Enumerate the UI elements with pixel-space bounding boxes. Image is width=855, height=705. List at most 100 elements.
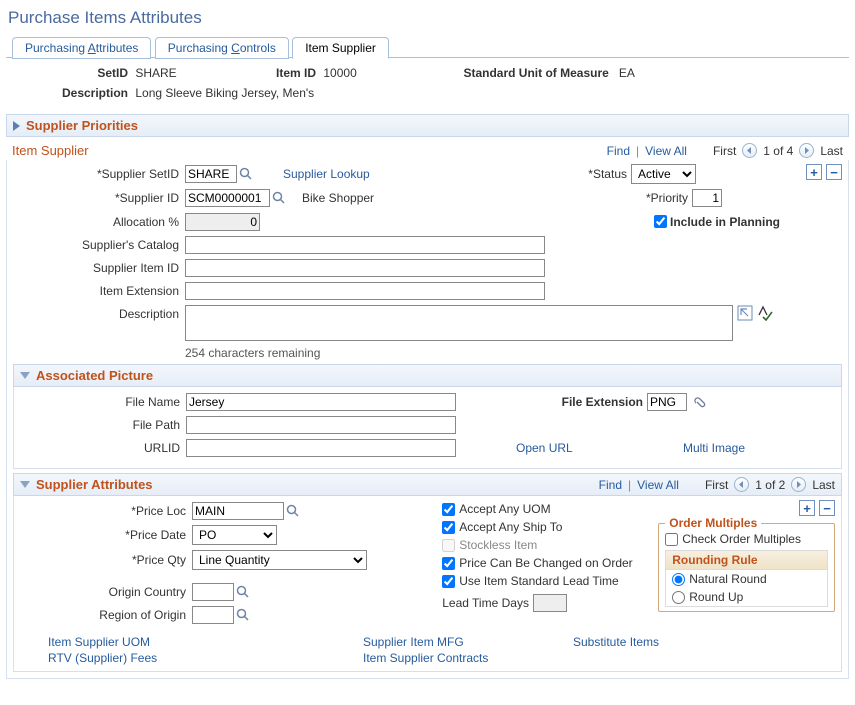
rounding-rule-title: Rounding Rule [666,551,827,570]
associated-picture-title: Associated Picture [36,368,153,383]
accept-shipto-checkbox[interactable] [442,521,455,534]
item-supplier-nav: Find | View All First 1 of 4 Last [607,143,843,158]
price-loc-input[interactable] [192,502,284,520]
catalog-input[interactable] [185,236,545,254]
priority-label: *Priority [646,191,692,205]
lead-days-input [533,594,567,612]
lookup-icon[interactable] [286,504,300,518]
item-supplier-uom-link[interactable]: Item Supplier UOM [48,635,150,649]
multi-image-link[interactable]: Multi Image [683,441,745,455]
include-planning-label: Include in Planning [670,215,780,229]
lookup-icon[interactable] [272,191,286,205]
supplier-priorities-title: Supplier Priorities [26,118,138,133]
spellcheck-icon[interactable] [757,305,773,321]
accept-uom-checkbox[interactable] [442,503,455,516]
associated-picture-bar[interactable]: Associated Picture [13,364,842,387]
price-date-select[interactable]: PO [192,525,277,545]
last-label: Last [812,478,835,492]
description-textarea[interactable] [185,305,733,341]
itemid-value: 10000 [323,66,356,80]
allocation-label: Allocation % [13,215,185,229]
suom-value: EA [619,66,635,80]
chars-remaining: 254 characters remaining [185,346,842,360]
catalog-label: Supplier's Catalog [13,238,185,252]
supplier-item-id-input[interactable] [185,259,545,277]
price-qty-select[interactable]: Line Quantity [192,550,367,570]
viewall-link[interactable]: View All [645,144,687,158]
accept-uom-label: Accept Any UOM [459,502,550,516]
supplier-id-input[interactable] [185,189,270,207]
urlid-input[interactable] [186,439,456,457]
item-supplier-header: Item Supplier Find | View All First 1 of… [6,137,849,160]
supplier-attributes-bar: Supplier Attributes Find | View All Firs… [13,473,842,496]
prev-button[interactable] [742,143,757,158]
attach-icon[interactable] [691,394,707,410]
lookup-icon[interactable] [239,167,253,181]
fileext-label: File Extension [562,395,647,409]
price-change-checkbox[interactable] [442,557,455,570]
next-button[interactable] [799,143,814,158]
substitute-items-link[interactable]: Substitute Items [573,635,659,649]
filepath-input[interactable] [186,416,456,434]
status-label: *Status [588,167,631,181]
natural-round-radio[interactable] [672,573,685,586]
item-extension-label: Item Extension [13,284,185,298]
rtv-fees-link[interactable]: RTV (Supplier) Fees [48,651,157,665]
region-input[interactable] [192,606,234,624]
find-link[interactable]: Find [599,478,622,492]
supplier-attributes-title: Supplier Attributes [36,477,153,492]
header-info: SetID SHARE Item ID 10000 Standard Unit … [6,58,849,110]
rounding-rule-group: Rounding Rule Natural Round Round Up [665,550,828,607]
next-button[interactable] [791,477,806,492]
prev-button[interactable] [734,477,749,492]
expand-icon[interactable] [737,305,753,321]
filename-input[interactable] [186,393,456,411]
filename-label: File Name [20,395,186,409]
find-link[interactable]: Find [607,144,630,158]
origin-country-input[interactable] [192,583,234,601]
tab-purchasing-controls[interactable]: Purchasing Controls [155,37,289,59]
item-supplier-contracts-link[interactable]: Item Supplier Contracts [363,651,488,665]
tab-strip: Purchasing Attributes Purchasing Control… [6,36,849,58]
use-lead-label: Use Item Standard Lead Time [459,574,618,588]
delete-row-button[interactable]: − [819,500,835,516]
supplier-name: Bike Shopper [302,191,374,205]
viewall-link[interactable]: View All [637,478,679,492]
price-loc-label: Price Loc [20,504,192,518]
fileext-input[interactable] [647,393,687,411]
allocation-input [185,213,260,231]
supplier-item-id-label: Supplier Item ID [13,261,185,275]
round-up-radio[interactable] [672,591,685,604]
supplier-setid-input[interactable] [185,165,237,183]
chevron-down-icon [20,372,30,379]
include-planning-checkbox[interactable] [654,215,667,228]
item-extension-input[interactable] [185,282,545,300]
last-label: Last [820,144,843,158]
check-order-multiples-checkbox[interactable] [665,533,678,546]
supplier-id-label: Supplier ID [13,191,185,205]
supplier-item-mfg-link[interactable]: Supplier Item MFG [363,635,464,649]
supplier-lookup-link[interactable]: Supplier Lookup [283,167,370,181]
lookup-icon[interactable] [236,585,250,599]
urlid-label: URLID [20,441,186,455]
supplier-attributes-block: + − Price Loc Price Date PO Price Qty [13,496,842,672]
first-label: First [705,478,728,492]
chevron-down-icon [20,481,30,488]
tab-item-supplier[interactable]: Item Supplier [292,37,389,59]
item-supplier-title: Item Supplier [12,143,89,158]
first-label: First [713,144,736,158]
page-title: Purchase Items Attributes [8,8,849,28]
lookup-icon[interactable] [236,608,250,622]
price-qty-label: Price Qty [20,553,192,567]
use-lead-checkbox[interactable] [442,575,455,588]
priority-input[interactable] [692,189,722,207]
tab-purchasing-attributes[interactable]: Purchasing Attributes [12,37,151,59]
add-row-button[interactable]: + [799,500,815,516]
add-row-button[interactable]: + [806,164,822,180]
accept-shipto-label: Accept Any Ship To [459,520,562,534]
open-url-link[interactable]: Open URL [516,441,573,455]
delete-row-button[interactable]: − [826,164,842,180]
status-select[interactable]: Active [631,164,696,184]
supplier-priorities-bar[interactable]: Supplier Priorities [6,114,849,137]
check-order-multiples-label: Check Order Multiples [682,532,801,546]
